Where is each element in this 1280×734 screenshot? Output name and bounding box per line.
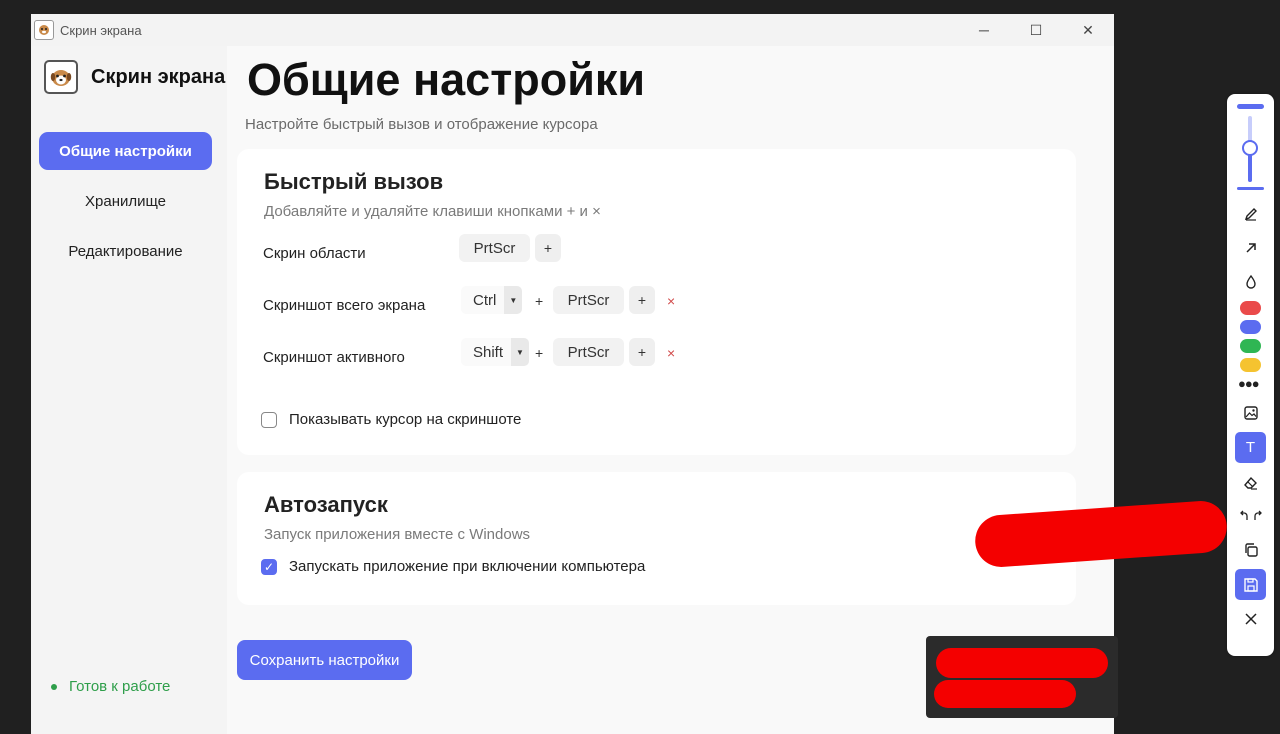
app-window: Скрин экрана ─ ☐ ✕ Скрин экрана Общие на… <box>31 14 1114 734</box>
redaction-mark <box>934 680 1076 708</box>
eraser-icon[interactable] <box>1235 467 1266 498</box>
remove-key-button-active[interactable]: × <box>667 345 675 361</box>
page-title: Общие настройки <box>247 54 646 105</box>
hotkey-key-fullscreen[interactable]: PrtScr <box>553 286 624 314</box>
chevron-down-icon: ▼ <box>504 286 523 314</box>
status-indicator: Готов к работе <box>51 678 170 695</box>
toolbar-divider <box>1237 187 1264 190</box>
autostart-checkbox[interactable]: ✓ <box>261 559 277 575</box>
hotkey-label-fullscreen: Скриншот всего экрана <box>263 297 426 314</box>
hotkey-key-area[interactable]: PrtScr <box>459 234 530 262</box>
title-bar: Скрин экрана ─ ☐ ✕ <box>31 14 1114 46</box>
add-key-button-fullscreen[interactable]: + <box>629 286 655 314</box>
arrow-icon[interactable] <box>1235 232 1266 263</box>
modifier-value: Shift <box>473 343 504 361</box>
hotkey-key-active[interactable]: PrtScr <box>553 338 624 366</box>
copy-icon[interactable] <box>1235 534 1266 565</box>
color-swatch-red[interactable] <box>1240 301 1261 315</box>
app-logo-icon <box>34 20 54 40</box>
sidebar: Скрин экрана Общие настройки Хранилище Р… <box>31 46 227 734</box>
hotkeys-title: Быстрый вызов <box>264 169 444 194</box>
minimize-button[interactable]: ─ <box>958 14 1010 46</box>
notification-popup <box>926 636 1118 718</box>
brand: Скрин экрана <box>44 60 225 94</box>
page-subtitle: Настройте быстрый вызов и отображение ку… <box>245 116 598 133</box>
remove-key-button-fullscreen[interactable]: × <box>667 293 675 309</box>
close-button[interactable]: ✕ <box>1062 14 1114 46</box>
color-swatch-yellow[interactable] <box>1240 358 1261 372</box>
status-text: Готов к работе <box>69 678 171 695</box>
show-cursor-checkbox[interactable] <box>261 412 277 428</box>
status-dot-icon <box>51 683 57 690</box>
show-cursor-label[interactable]: Показывать курсор на скриншоте <box>289 411 521 428</box>
size-slider-handle[interactable] <box>1242 139 1258 156</box>
color-swatch-blue[interactable] <box>1240 320 1261 334</box>
main-content: Общие настройки Настройте быстрый вызов … <box>227 46 1114 734</box>
toolbar-drag-handle[interactable] <box>1237 104 1264 109</box>
save-settings-button[interactable]: Сохранить настройки <box>237 640 412 680</box>
maximize-button[interactable]: ☐ <box>1010 14 1062 46</box>
hotkeys-card: Быстрый вызов Добавляйте и удаляйте клав… <box>237 149 1076 455</box>
undo-redo-icon[interactable] <box>1235 500 1266 531</box>
sidebar-nav: Общие настройки Хранилище Редактирование <box>39 132 212 282</box>
autostart-card: Автозапуск Запуск приложения вместе с Wi… <box>237 472 1076 605</box>
autostart-title: Автозапуск <box>264 492 388 517</box>
redaction-mark <box>936 648 1108 678</box>
add-key-button-area[interactable]: + <box>535 234 561 262</box>
plus-separator: + <box>535 293 544 309</box>
close-icon[interactable] <box>1235 603 1266 634</box>
app-logo-icon <box>44 60 78 94</box>
modifier-select-active[interactable]: Shift ▼ <box>461 338 530 366</box>
save-icon[interactable] <box>1235 569 1266 600</box>
image-icon[interactable] <box>1235 397 1266 428</box>
more-colors-icon[interactable]: ●●● <box>1238 376 1260 391</box>
drawing-toolbar: ●●● T <box>1227 94 1274 656</box>
sidebar-item-editing[interactable]: Редактирование <box>39 232 212 270</box>
autostart-label[interactable]: Запускать приложение при включении компь… <box>289 558 645 575</box>
color-swatch-green[interactable] <box>1240 339 1261 353</box>
sidebar-item-storage[interactable]: Хранилище <box>39 182 212 220</box>
modifier-value: Ctrl <box>473 291 497 309</box>
sidebar-item-general[interactable]: Общие настройки <box>39 132 212 170</box>
modifier-select-fullscreen[interactable]: Ctrl ▼ <box>461 286 523 314</box>
pencil-icon[interactable] <box>1235 198 1266 229</box>
plus-separator: + <box>535 345 544 361</box>
chevron-down-icon: ▼ <box>511 338 530 366</box>
hotkeys-description: Добавляйте и удаляйте клавиши кнопками +… <box>264 203 601 220</box>
droplet-icon[interactable] <box>1235 266 1266 297</box>
text-tool-icon[interactable]: T <box>1235 432 1266 463</box>
window-title: Скрин экрана <box>60 22 142 38</box>
hotkey-label-active: Скриншот активного <box>263 349 405 366</box>
autostart-description: Запуск приложения вместе с Windows <box>264 526 531 543</box>
hotkey-label-area: Скрин области <box>263 245 366 262</box>
add-key-button-active[interactable]: + <box>629 338 655 366</box>
app-name: Скрин экрана <box>91 65 226 88</box>
